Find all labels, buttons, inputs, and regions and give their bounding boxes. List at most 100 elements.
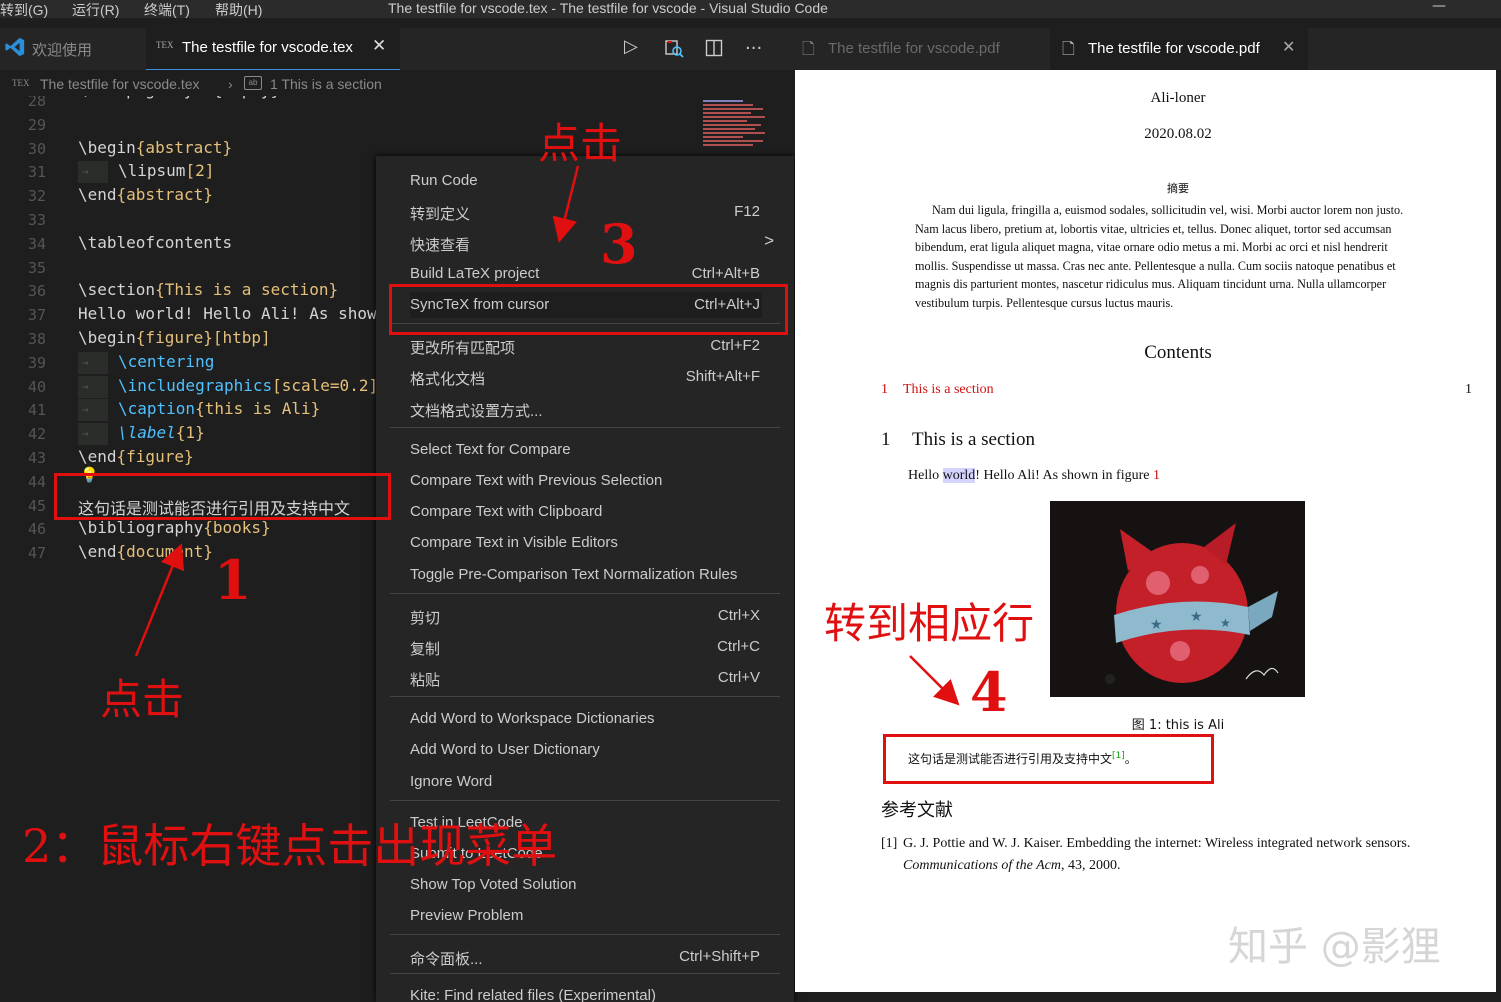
window-title: The testfile for vscode.tex - The testfi…	[388, 0, 828, 16]
breadcrumb: TEX The testfile for vscode.tex › ab 1 T…	[0, 70, 790, 98]
menu-item-cut[interactable]: 剪切 Ctrl+X	[410, 603, 762, 629]
pdf-body-paragraph: Hello world! Hello Ali! As shown in figu…	[908, 468, 1160, 484]
tex-file-icon: TEX	[156, 40, 174, 50]
code-command: \label	[118, 423, 176, 443]
annotation-step-2: 2：鼠标右键点击出现菜单	[22, 819, 558, 873]
pdf-ref-text: G. J. Pottie and W. J. Kaiser. Embedding…	[903, 836, 1411, 851]
menu-separator	[390, 800, 780, 801]
code-command: \end	[78, 542, 117, 562]
menu-item-format-document[interactable]: 格式化文档 Shift+Alt+F	[410, 364, 762, 390]
pdf-viewer-page[interactable]: Ali-loner 2020.08.02 摘要 Nam dui ligula, …	[795, 70, 1496, 992]
code-line[interactable]: \end{document}	[78, 542, 213, 561]
code-line[interactable]: \tableofcontents	[78, 233, 232, 252]
code-line[interactable]: \end{figure}	[78, 447, 194, 466]
code-line[interactable]: \bibliography{books}	[78, 518, 271, 537]
menu-item-kite-find-related[interactable]: Kite: Find related files (Experimental)	[410, 983, 762, 1002]
menu-item-preview-problem[interactable]: Preview Problem	[410, 903, 762, 929]
pdf-figure-ref[interactable]: 1	[1153, 468, 1160, 483]
line-number: 44	[27, 472, 46, 491]
menu-item-label: Add Word to Workspace Dictionaries	[410, 710, 655, 727]
code-line[interactable]: \end{abstract}	[78, 185, 213, 204]
menu-item-go-to-definition[interactable]: 转到定义 F12	[410, 199, 762, 225]
breadcrumb-file[interactable]: The testfile for vscode.tex	[40, 76, 200, 92]
close-tab-icon[interactable]: ✕	[1282, 37, 1295, 57]
pdf-toc-num[interactable]: 1	[881, 382, 888, 398]
menu-item-add-word-workspace[interactable]: Add Word to Workspace Dictionaries	[410, 706, 762, 732]
code-command: \caption	[118, 399, 196, 419]
pdf-toc-entry[interactable]: This is a section	[903, 382, 994, 398]
code-line[interactable]: \thispagestyle{empty}	[78, 96, 280, 99]
pdf-ref-label: [1]	[881, 836, 898, 851]
code-line[interactable]: \begin{abstract}	[78, 138, 232, 157]
pdf-section-title: This is a section	[912, 429, 1035, 450]
minimap[interactable]	[703, 98, 769, 154]
svg-text:★: ★	[1190, 610, 1203, 625]
view-pdf-icon[interactable]	[664, 39, 684, 59]
line-number: 41	[27, 401, 46, 420]
menu-run[interactable]: 运行(R)	[72, 0, 119, 20]
menu-item-command-palette[interactable]: 命令面板... Ctrl+Shift+P	[410, 944, 762, 970]
code-line[interactable]: \centering	[118, 352, 214, 371]
menu-item-shortcut: Ctrl+Shift+P	[679, 948, 760, 965]
menu-item-compare-with-previous[interactable]: Compare Text with Previous Selection	[410, 468, 762, 494]
annotation-step-4: 4	[970, 660, 1008, 724]
menu-item-compare-with-clipboard[interactable]: Compare Text with Clipboard	[410, 499, 762, 525]
line-number: 36	[27, 282, 46, 301]
menu-item-toggle-normalization[interactable]: Toggle Pre-Comparison Text Normalization…	[410, 562, 762, 588]
menu-separator	[390, 934, 780, 935]
menu-item-label: Ignore Word	[410, 773, 493, 790]
menu-item-shortcut: Ctrl+X	[717, 607, 760, 624]
pdf-ref-journal: Communications of the Acm	[903, 858, 1062, 873]
code-line[interactable]: \lipsum[2]	[118, 161, 214, 180]
tab-pdf-inactive[interactable]: 🗋 The testfile for vscode.pdf	[790, 28, 1045, 70]
menu-item-run-code[interactable]: Run Code	[410, 168, 762, 194]
code-command: \end	[78, 447, 117, 466]
menu-item-compare-visible-editors[interactable]: Compare Text in Visible Editors	[410, 530, 762, 556]
menu-item-paste[interactable]: 粘贴 Ctrl+V	[410, 665, 762, 691]
code-line[interactable]: \includegraphics[scale=0.2]	[118, 376, 378, 395]
menu-item-change-all-occurrences[interactable]: 更改所有匹配项 Ctrl+F2	[410, 333, 762, 359]
code-command: \begin	[78, 328, 136, 347]
menu-item-label: Add Word to User Dictionary	[410, 741, 600, 758]
code-line[interactable]: \begin{figure}[htbp]	[78, 328, 271, 347]
menu-help[interactable]: 帮助(H)	[215, 0, 262, 20]
code-line[interactable]: \label{1}	[118, 423, 205, 442]
code-argument: {document}	[116, 542, 213, 562]
code-command: \section	[78, 280, 156, 300]
tab-arrow-icon: →	[82, 165, 89, 179]
menu-item-peek[interactable]: 快速查看 >	[410, 230, 774, 256]
menu-item-ignore-word[interactable]: Ignore Word	[410, 769, 762, 795]
tab-arrow-icon: →	[82, 355, 89, 369]
line-number: 47	[27, 544, 46, 563]
menu-goto[interactable]: 转到(G)	[0, 0, 48, 20]
menu-separator	[390, 593, 780, 594]
close-tab-icon[interactable]: ✕	[372, 36, 386, 56]
split-editor-icon[interactable]	[705, 39, 723, 57]
tab-welcome[interactable]: 欢迎使用	[32, 39, 92, 60]
more-actions-icon[interactable]: ···	[745, 38, 762, 59]
menu-item-label: 剪切	[410, 610, 441, 627]
code-command: \begin	[78, 137, 136, 157]
menu-item-copy[interactable]: 复制 Ctrl+C	[410, 634, 762, 660]
pdf-body-text: ! Hello Ali! As shown in figure	[975, 468, 1153, 483]
code-argument: {books}	[203, 518, 271, 538]
menu-item-add-word-user[interactable]: Add Word to User Dictionary	[410, 737, 762, 763]
menu-item-label: 粘贴	[410, 672, 441, 689]
tab-arrow-icon: →	[82, 427, 89, 441]
code-argument: [2]	[185, 161, 215, 181]
code-line[interactable]: \caption{this is Ali}	[118, 399, 320, 418]
code-line[interactable]: \section{This is a section}	[78, 280, 338, 299]
menu-item-label: Compare Text with Previous Selection	[410, 472, 663, 489]
code-argument: {figure}	[116, 447, 194, 466]
menu-item-label: 文档格式设置方式...	[410, 403, 543, 420]
code-line[interactable]: Hello world! Hello Ali! As show	[78, 304, 377, 323]
tab-pdf-active[interactable]: 🗋 The testfile for vscode.pdf ✕	[1050, 28, 1308, 70]
run-icon[interactable]: ▷	[624, 36, 638, 57]
minimize-button[interactable]: —	[1432, 0, 1446, 14]
menu-item-label: Run Code	[410, 172, 478, 189]
menu-item-select-text-for-compare[interactable]: Select Text for Compare	[410, 437, 762, 463]
menu-terminal[interactable]: 终端(T)	[144, 0, 190, 20]
breadcrumb-section[interactable]: 1 This is a section	[270, 76, 382, 92]
tab-tex-file[interactable]: TEX The testfile for vscode.tex ✕	[146, 28, 400, 70]
menu-item-format-document-with[interactable]: 文档格式设置方式...	[410, 396, 762, 422]
